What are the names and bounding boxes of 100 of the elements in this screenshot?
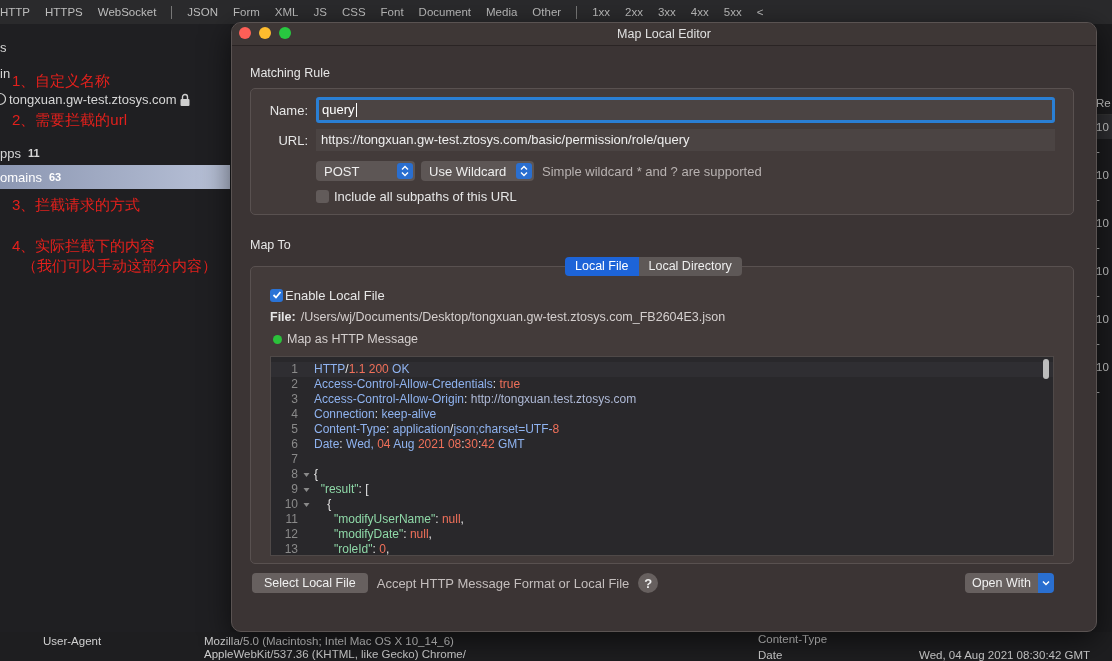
close-button[interactable] [239,27,251,39]
file-label: File: [270,310,296,324]
line-number: 1 [290,362,298,377]
chevron-icon [1042,580,1050,586]
line-number: 11 [284,512,298,527]
line-number: 5 [290,422,298,437]
filter-tab[interactable]: Media [486,6,518,18]
code-line: Content-Type: application/json;charset=UTF-8 [314,422,560,437]
line-number: 2 [290,377,298,392]
sidebar-item[interactable]: in [0,65,11,81]
stepper-icon [516,163,532,179]
collapse-button[interactable]: < [756,6,764,18]
code-line: { [326,497,332,512]
code-line: Access-Control-Allow-Origin: http://tongxuan.test.ztosys.com [314,392,637,407]
filter-tab[interactable]: HTTPS [45,6,83,18]
filter-tab[interactable]: CSS [341,6,366,18]
url-field[interactable]: https://tongxuan.gw-test.ztosys.com/basic/permission/role/query [316,129,1055,151]
checkbox[interactable] [316,189,329,203]
line-number: 3 [290,392,298,407]
file-path: /Users/wj/Documents/Desktop/tongxuan.gw-test.ztosys.com_FB2604E3.json [300,310,726,324]
filter-tab[interactable]: 4xx [690,6,709,18]
table-cell-text: 10 [1096,360,1110,375]
hint-text: Simple wildcard * and ? are supported [542,163,762,179]
checkbox-label: Enable Local File [285,287,385,303]
method-dropdown[interactable]: POST [316,161,415,181]
annotation-note: 2、需要拦截的url [12,111,127,130]
header-name: Date [758,649,784,661]
code-line: Access-Control-Allow-Credentials: true [314,377,521,392]
filter-tab[interactable]: JSON [187,6,218,18]
line-number: 12 [283,527,298,542]
stepper-icon [397,163,413,179]
filter-tab[interactable]: 2xx [625,6,643,18]
annotation-note: 4、实际拦截下的内容 [12,237,156,256]
code-line: Date: Wed, 04 Aug 2021 08:30:42 GMT [314,437,525,452]
filter-tab[interactable]: 1xx [592,6,611,18]
line-number: 4 [290,407,298,422]
filter-tab[interactable]: HTTP [0,6,31,18]
sidebar-item[interactable]: tongxuan.gw-test.ztosys.com [0,91,190,107]
select-file-button[interactable]: Select Local File [252,573,368,593]
code-line: "modifyUserName": null, [333,512,464,527]
table-cell-text: - [1096,144,1101,159]
line-number: 13 [283,542,298,555]
code-line: HTTP/1.1 200 OK [314,362,410,377]
filter-tab[interactable]: 3xx [657,6,676,18]
table-cell-text: 10 [1096,216,1110,231]
header-name: User-Agent [43,635,103,649]
lock-icon [179,92,190,106]
scrollbar[interactable] [1043,359,1049,379]
table-cell-text: - [1096,288,1101,303]
line-number: 10 [283,497,298,512]
sidebar-item[interactable]: pps 11 [0,145,40,161]
table-cell-text: 10 [1096,168,1110,183]
globe-icon [0,92,6,106]
sidebar-item[interactable]: s [0,39,7,55]
minimize-button[interactable] [259,27,271,39]
filter-tab[interactable]: WebSocket [97,6,157,18]
open-with-button[interactable]: Open With [964,573,1038,593]
filter-tab[interactable]: Form [233,6,260,18]
checkbox[interactable] [270,288,283,302]
line-number: 9 [290,482,298,497]
table-cell-text: - [1096,336,1101,351]
filter-tab[interactable]: Font [380,6,404,18]
annotation-note: 1、自定义名称 [12,72,111,91]
field-label: URL: [277,132,308,148]
section-heading: Matching Rule [250,66,331,82]
table-cell-text: - [1096,192,1101,207]
table-cell-text: 10 [1096,312,1110,327]
filter-tab[interactable]: 5xx [723,6,742,18]
filter-tab[interactable]: Document [418,6,472,18]
filter-tab[interactable]: Other [532,6,562,18]
tab[interactable]: Local File [565,257,639,276]
line-number: 8 [290,467,298,482]
status-label: Map as HTTP Message [287,332,419,346]
code-line: Connection: keep-alive [314,407,437,422]
code-line: { [314,467,318,482]
hint-text: Accept HTTP Message Format or Local File [376,575,630,591]
table-cell-text: 10 [1096,264,1110,279]
line-number: 7 [290,452,298,467]
match-type-dropdown[interactable]: Use Wildcard [421,161,534,181]
tab[interactable]: Local Directory [638,257,742,276]
dropdown-button[interactable] [1038,573,1054,593]
window-title: Map Local Editor [617,27,711,41]
filter-tab[interactable]: JS [313,6,327,18]
header-name: Content-Type [758,633,829,647]
table-cell-text: - [1096,240,1101,255]
section-heading: Map To [250,238,292,254]
table-cell-text: - [1096,384,1101,399]
field-label: Name: [268,102,308,118]
code-line: "modifyDate": null, [333,527,432,542]
name-field[interactable]: query [316,97,1055,123]
filter-tab[interactable]: XML [274,6,299,18]
code-line: "roleId": 0, [333,542,390,555]
help-button[interactable]: ? [638,573,659,593]
code-line: "result": [ [319,482,369,497]
code-editor[interactable] [270,356,1054,556]
annotation-note: （我们可以手动这部分内容） [22,257,217,276]
header-value: Mozilla/5.0 (Macintosh; Intel Mac OS X 10_14_6) AppleWebKit/537.36 (KHTML, like Gecko) Chrome/ [204,635,466,661]
checkbox-label: Include all subpaths of this URL [334,188,517,204]
line-number: 6 [290,437,298,452]
zoom-button[interactable] [279,27,291,39]
